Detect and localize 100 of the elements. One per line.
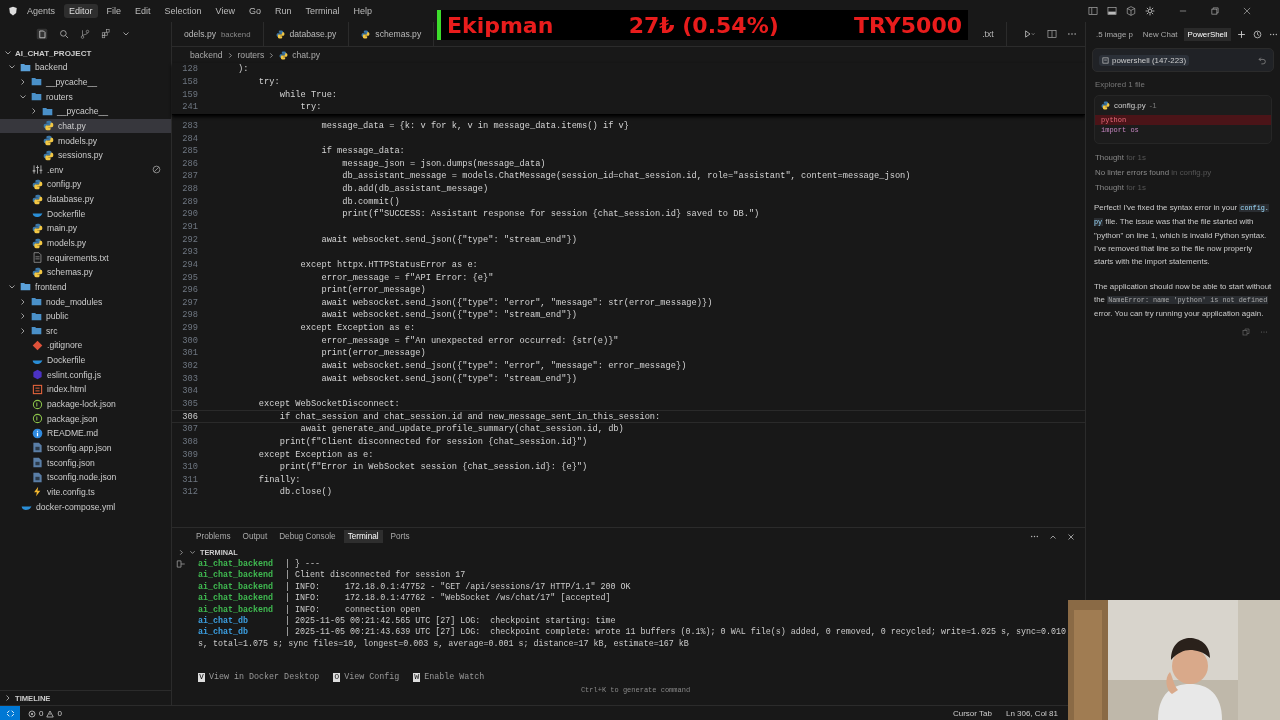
config-file-icon <box>32 471 43 483</box>
file-tree-item[interactable]: tsconfig.node.json <box>0 469 171 485</box>
chevron-down-icon[interactable] <box>122 30 130 38</box>
chevron-down-icon[interactable] <box>189 548 196 556</box>
file-tree-item[interactable]: sessions.py <box>0 147 171 163</box>
shortcut-key: o <box>333 672 341 682</box>
editor-tab[interactable]: .txt <box>970 22 1007 46</box>
file-tree-item[interactable]: schemas.py <box>0 264 171 280</box>
panel-toggle-icon[interactable] <box>1107 6 1117 16</box>
folder-tree-item[interactable]: __pycache__ <box>0 74 171 90</box>
remote-icon <box>5 709 15 718</box>
folder-tree-item[interactable]: src <box>0 323 171 339</box>
line-number: 305 <box>181 398 198 409</box>
close-icon[interactable] <box>1067 532 1075 541</box>
file-tree-item[interactable]: .gitignore <box>0 338 171 353</box>
line-number: 289 <box>181 196 198 207</box>
file-tree-item[interactable]: vite.config.ts <box>0 484 171 500</box>
file-tree-item[interactable]: eslint.config.js <box>0 367 171 383</box>
folder-tree-item[interactable]: routers <box>0 89 171 104</box>
extensions-icon[interactable] <box>101 29 111 39</box>
file-tree-item[interactable]: models.py <box>0 235 171 251</box>
branch-icon[interactable] <box>80 29 90 39</box>
code-text: db.add(db_assistant_message) <box>341 184 489 195</box>
copy-icon[interactable] <box>1242 328 1250 336</box>
cursor-position[interactable]: Ln 306, Col 81 <box>1005 709 1058 718</box>
file-tree-item[interactable]: tsconfig.app.json <box>0 440 171 456</box>
folder-tree-item[interactable]: node_modules <box>0 294 171 309</box>
run-icon[interactable] <box>1023 29 1037 39</box>
file-tree-item[interactable]: README.md <box>0 426 171 441</box>
folder-tree-item[interactable]: public <box>0 308 171 324</box>
sidebar-toggle-icon[interactable] <box>1088 6 1098 16</box>
breadcrumb-item[interactable]: chat.py <box>292 50 320 60</box>
problems-status[interactable]: 0 0 <box>20 709 62 718</box>
terminal-action[interactable]: w Enable Watch <box>413 672 485 683</box>
folder-tree-item[interactable]: __pycache__ <box>0 103 171 119</box>
history-icon[interactable] <box>1253 29 1263 39</box>
menu-item[interactable]: Go <box>243 4 266 18</box>
line-number: 299 <box>181 323 198 334</box>
editor-tab[interactable]: database.py <box>263 22 350 46</box>
close-icon[interactable] <box>1242 6 1252 16</box>
file-name: main.py <box>47 223 78 234</box>
cube-icon[interactable] <box>1126 6 1136 16</box>
python-file-icon <box>32 193 43 205</box>
python-file-icon <box>32 222 43 234</box>
panel-tab[interactable]: Terminal <box>343 530 383 543</box>
file-name: requirements.txt <box>47 252 109 263</box>
file-tree-item[interactable]: requirements.txt <box>0 250 171 265</box>
menu-item[interactable]: Run <box>270 4 297 18</box>
menu-item[interactable]: Edit <box>130 4 156 18</box>
file-tree-item[interactable]: tsconfig.json <box>0 455 171 470</box>
code-text: except Exception as e: <box>299 323 416 334</box>
chevron-down-icon <box>8 282 16 291</box>
line-number: 307 <box>181 424 198 435</box>
panel-tab[interactable]: Problems <box>192 530 235 543</box>
menu-item[interactable]: Help <box>348 4 378 18</box>
menu-item[interactable]: View <box>210 4 240 18</box>
file-tree-item[interactable]: config.py <box>0 177 171 192</box>
file-tree-item[interactable]: models.py <box>0 133 171 148</box>
chevron-right-icon[interactable] <box>178 548 185 556</box>
plus-icon[interactable] <box>1237 29 1247 39</box>
file-tree-item[interactable]: chat.py <box>0 118 171 134</box>
file-tree-item[interactable]: docker-compose.yml <box>0 499 171 514</box>
file-name: schemas.py <box>47 267 93 278</box>
file-tree-item[interactable]: main.py <box>0 221 171 236</box>
project-header[interactable]: AI_CHAT_PROJECT <box>0 46 171 60</box>
file-tree-item[interactable]: package.json <box>0 411 171 426</box>
folder-tree-item[interactable]: frontend <box>0 279 171 295</box>
remote-button[interactable] <box>0 706 20 720</box>
terminal-line: ai_chat_backend | Client disconnected for session 17 <box>198 570 467 582</box>
editor-tab[interactable]: schemas.py <box>349 22 435 46</box>
files-icon[interactable] <box>36 28 48 40</box>
menu-item[interactable]: Agents <box>22 4 61 18</box>
search-icon[interactable] <box>59 29 69 39</box>
panel-tab[interactable]: Output <box>238 530 272 543</box>
split-terminal-icon[interactable] <box>176 559 186 569</box>
file-tree-item[interactable]: .env <box>0 162 171 178</box>
breadcrumb-item[interactable]: backend <box>190 50 223 60</box>
menu-item[interactable]: Terminal <box>300 4 345 18</box>
panel-tab[interactable]: Ports <box>386 530 414 543</box>
file-tree-item[interactable]: database.py <box>0 191 171 207</box>
file-name: chat.py <box>58 120 86 131</box>
warning-count: 0 <box>57 709 62 718</box>
split-editor-icon[interactable] <box>1047 29 1057 39</box>
settings-icon[interactable] <box>1145 6 1155 16</box>
undo-icon[interactable] <box>1258 55 1267 65</box>
file-tree-item[interactable]: package-lock.json <box>0 396 171 412</box>
file-tree-item[interactable]: Dockerfile <box>0 206 171 222</box>
file-tree-item[interactable]: index.html <box>0 382 171 397</box>
breadcrumb-item[interactable]: routers <box>237 50 265 60</box>
terminal-action[interactable]: o View Config <box>333 672 400 683</box>
menu-item[interactable]: Selection <box>159 4 207 18</box>
menu-item[interactable]: File <box>101 4 127 18</box>
terminal-action[interactable]: v View in Docker Desktop <box>198 672 320 683</box>
menu-item[interactable]: Editor <box>64 4 98 18</box>
file-tree-item[interactable]: Dockerfile <box>0 352 171 368</box>
status-item[interactable]: Cursor Tab <box>952 709 992 718</box>
folder-tree-item[interactable]: backend <box>0 60 171 75</box>
panel-tab[interactable]: Debug Console <box>275 530 340 543</box>
restore-icon[interactable] <box>1210 6 1220 16</box>
file-name: .gitignore <box>47 340 83 351</box>
